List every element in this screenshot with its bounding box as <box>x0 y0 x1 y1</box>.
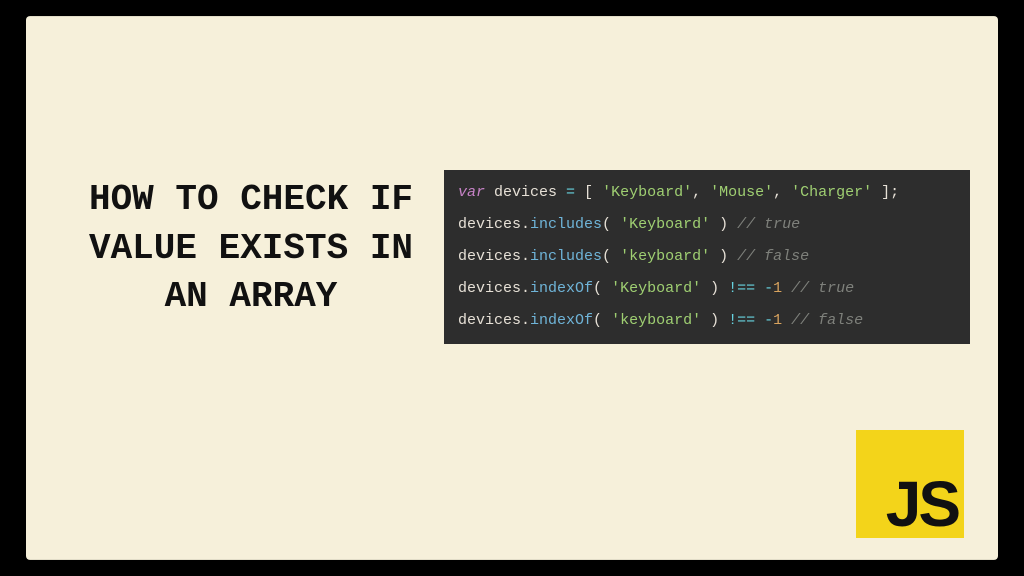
code-line-3: devices.includes( 'keyboard' ) // false <box>458 248 958 266</box>
token-punct: . <box>521 216 530 233</box>
token-punct: . <box>521 248 530 265</box>
token-method: indexOf <box>530 312 593 329</box>
token-punct: ( <box>602 216 620 233</box>
token-ident: devices <box>458 280 521 297</box>
token-number: 1 <box>773 280 782 297</box>
token-punct: ( <box>593 280 611 297</box>
token-punct: ) <box>701 312 728 329</box>
token-operator: !== <box>728 280 755 297</box>
token-space <box>782 280 791 297</box>
token-punct: ) <box>710 248 737 265</box>
token-method: indexOf <box>530 280 593 297</box>
token-ident: devices <box>458 248 521 265</box>
js-logo: JS <box>856 430 964 538</box>
token-string: 'Charger' <box>791 184 872 201</box>
token-string: 'keyboard' <box>611 312 701 329</box>
token-punct: ) <box>710 216 737 233</box>
token-method: includes <box>530 216 602 233</box>
slide-title: HOW TO CHECK IF VALUE EXISTS IN AN ARRAY <box>81 176 421 322</box>
token-string: 'keyboard' <box>620 248 710 265</box>
token-method: includes <box>530 248 602 265</box>
token-ident: devices <box>458 216 521 233</box>
token-punct: . <box>521 280 530 297</box>
code-line-4: devices.indexOf( 'Keyboard' ) !== -1 // … <box>458 280 958 298</box>
token-comment: // false <box>791 312 863 329</box>
token-space <box>782 312 791 329</box>
token-space <box>755 312 764 329</box>
token-comment: // true <box>737 216 800 233</box>
token-ident: devices <box>485 184 566 201</box>
token-keyword: var <box>458 184 485 201</box>
token-string: 'Keyboard' <box>620 216 710 233</box>
code-block: var devices = [ 'Keyboard', 'Mouse', 'Ch… <box>444 170 970 344</box>
token-punct: ( <box>602 248 620 265</box>
token-punct: ) <box>701 280 728 297</box>
js-logo-text: JS <box>886 472 958 536</box>
token-comment: // false <box>737 248 809 265</box>
token-string: 'Keyboard' <box>602 184 692 201</box>
token-string: 'Keyboard' <box>611 280 701 297</box>
token-number: 1 <box>773 312 782 329</box>
code-line-2: devices.includes( 'Keyboard' ) // true <box>458 216 958 234</box>
code-line-5: devices.indexOf( 'keyboard' ) !== -1 // … <box>458 312 958 330</box>
token-operator: !== <box>728 312 755 329</box>
code-line-1: var devices = [ 'Keyboard', 'Mouse', 'Ch… <box>458 184 958 202</box>
token-punct: . <box>521 312 530 329</box>
token-operator: = <box>566 184 575 201</box>
token-operator: - <box>764 312 773 329</box>
token-punct: , <box>692 184 710 201</box>
token-punct: ]; <box>872 184 899 201</box>
token-punct: [ <box>575 184 602 201</box>
token-ident: devices <box>458 312 521 329</box>
token-punct: , <box>773 184 791 201</box>
token-punct: ( <box>593 312 611 329</box>
token-string: 'Mouse' <box>710 184 773 201</box>
slide-frame: HOW TO CHECK IF VALUE EXISTS IN AN ARRAY… <box>26 16 998 560</box>
token-comment: // true <box>791 280 854 297</box>
token-space <box>755 280 764 297</box>
token-operator: - <box>764 280 773 297</box>
